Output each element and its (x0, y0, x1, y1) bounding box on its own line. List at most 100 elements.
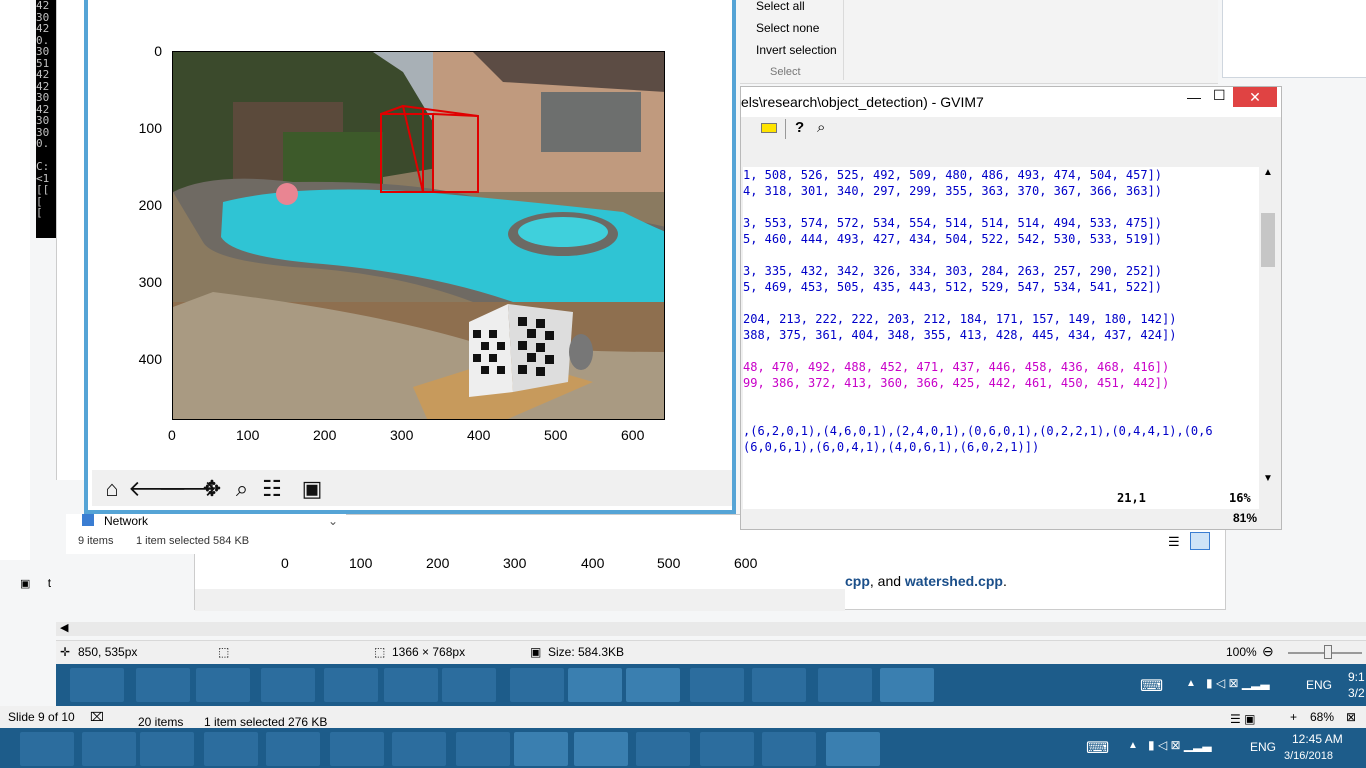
tray-status-icons[interactable]: ▮ ◁ ⊠ ▁▂▃ (1206, 676, 1270, 690)
details-view-icon[interactable]: ☰ (1168, 534, 1180, 550)
pan-icon[interactable]: ✥ (198, 475, 226, 503)
ribbon-separator (843, 0, 844, 80)
gvim-icon[interactable] (568, 668, 622, 702)
python-icon[interactable] (880, 668, 934, 702)
bg-x-tick: 400 (581, 555, 605, 571)
chrome-icon[interactable] (70, 668, 124, 702)
tray-chevron-icon[interactable]: ▲ (1186, 678, 1196, 689)
internet-explorer-icon[interactable] (261, 668, 315, 702)
bg-doc-link-watershed[interactable]: watershed.cpp (905, 573, 1003, 589)
bg-doc-link-cpp[interactable]: cpp (845, 573, 870, 589)
zoom-slider-thumb[interactable] (1324, 645, 1332, 659)
clock-time[interactable]: 12:45 AM (1292, 732, 1343, 746)
help-icon[interactable]: ? (795, 119, 804, 136)
clock-time[interactable]: 9:1 (1348, 670, 1365, 684)
tag-icon[interactable] (761, 123, 777, 133)
fit-slide-icon[interactable]: ⊠ (1346, 710, 1356, 724)
outlook-icon[interactable] (510, 668, 564, 702)
scroll-thumb[interactable] (1261, 213, 1275, 267)
snipping-tool-icon[interactable] (636, 732, 690, 766)
word-icon[interactable] (392, 732, 446, 766)
cmd-icon[interactable] (574, 732, 628, 766)
back-icon[interactable]: 🡐 (128, 475, 187, 503)
chrome-icon[interactable] (20, 732, 74, 766)
x-tick: 500 (544, 427, 568, 443)
cmd-line: 30 (36, 45, 50, 58)
excel-icon[interactable] (82, 732, 136, 766)
outlook-icon[interactable] (456, 732, 510, 766)
cmd-line: 42 (36, 22, 50, 35)
zoom-out-icon[interactable]: ⊖ (1262, 643, 1274, 660)
select-all-button[interactable]: Select all (756, 0, 805, 13)
slide-item[interactable]: ▣ t (20, 576, 51, 590)
disk-icon: ▣ (530, 645, 542, 659)
clock-date[interactable]: 3/16/2018 (1284, 750, 1333, 762)
close-button[interactable]: ✕ (1233, 87, 1277, 107)
ppt-zoom-level: 68% (1310, 710, 1335, 724)
y-axis: 0 100 200 300 400 (100, 40, 166, 420)
excel-icon[interactable] (136, 668, 190, 702)
cmd-line: [[ (36, 183, 50, 196)
vim-line: 388, 375, 361, 404, 348, 355, 413, 428, … (743, 328, 1177, 342)
cmd-icon[interactable] (626, 668, 680, 702)
save-icon[interactable]: ▣ (298, 475, 326, 503)
language-indicator[interactable]: ENG (1250, 740, 1276, 754)
powerpoint-icon[interactable] (384, 668, 438, 702)
select-none-button[interactable]: Select none (756, 21, 819, 35)
spellcheck-icon[interactable]: ⌧ (90, 710, 104, 724)
cursor-coords: 850, 535px (78, 645, 138, 659)
calculator-icon[interactable] (762, 732, 816, 766)
gvim-text-area[interactable]: 1, 508, 526, 525, 492, 509, 480, 486, 49… (743, 167, 1259, 491)
horizontal-scrollbar[interactable]: ◀ (56, 622, 1366, 636)
snipping-tool-icon[interactable] (690, 668, 744, 702)
configure-subplots-icon[interactable]: ☷ (258, 475, 286, 503)
scroll-down-icon[interactable]: ▼ (1263, 473, 1273, 484)
zoom-in-icon[interactable]: + (1290, 710, 1297, 724)
tray-chevron-icon[interactable]: ▲ (1128, 740, 1138, 751)
network-nav-item[interactable]: Network (104, 514, 148, 528)
gvim-icon[interactable] (514, 732, 568, 766)
forward-icon[interactable]: 🡒 (158, 475, 217, 503)
gvim-scrollbar[interactable]: ▲ ▼ (1259, 167, 1277, 489)
keyboard-icon[interactable]: ⌨ (1140, 676, 1163, 696)
zoom-icon[interactable]: ⌕ (228, 475, 256, 503)
keyboard-icon[interactable]: ⌨ (1086, 738, 1109, 758)
paint-icon[interactable] (700, 732, 754, 766)
file-explorer-icon[interactable] (196, 668, 250, 702)
bg-x-tick: 600 (734, 555, 758, 571)
clock-date[interactable]: 3/2 (1348, 686, 1365, 700)
vim-line (743, 295, 1259, 311)
pool-photo (172, 51, 665, 420)
calculator-icon[interactable] (818, 668, 872, 702)
minimize-button[interactable]: — (1187, 89, 1201, 105)
onenote-icon[interactable] (266, 732, 320, 766)
file-explorer-icon[interactable] (140, 732, 194, 766)
view-toggle-icons[interactable]: ☰ ▣ (1230, 712, 1255, 726)
onenote-icon[interactable] (324, 668, 378, 702)
scroll-up-icon[interactable]: ▲ (1263, 167, 1273, 178)
file-icon: ▣ (20, 578, 31, 590)
bg-doc-text-mid: , and (869, 573, 905, 589)
maximize-button[interactable]: ☐ (1213, 87, 1226, 104)
large-icons-view-icon[interactable] (1190, 532, 1210, 550)
zoom-level: 100% (1226, 645, 1257, 659)
tray-status-icons[interactable]: ▮ ◁ ⊠ ▁▂▃ (1148, 738, 1212, 752)
cmd-line: [ (36, 206, 43, 219)
cmd-line: 0. (36, 137, 50, 150)
find-help-icon[interactable]: ⌕ (817, 119, 825, 136)
select-group-label: Select (770, 66, 801, 78)
internet-explorer-icon[interactable] (204, 732, 258, 766)
invert-selection-button[interactable]: Invert selection (756, 43, 837, 57)
explorer-window-edge (56, 0, 84, 480)
word-icon[interactable] (442, 668, 496, 702)
scroll-left-icon[interactable]: ◀ (60, 621, 68, 634)
vim-line (743, 343, 1259, 359)
paint-icon[interactable] (752, 668, 806, 702)
language-indicator[interactable]: ENG (1306, 678, 1332, 692)
python-icon[interactable] (826, 732, 880, 766)
selection-icon: ⬚ (218, 645, 230, 659)
cmd-line: 30 (36, 114, 50, 127)
chevron-down-icon[interactable]: ⌄ (328, 514, 338, 528)
powerpoint-icon[interactable] (330, 732, 384, 766)
home-icon[interactable]: ⌂ (98, 475, 126, 503)
